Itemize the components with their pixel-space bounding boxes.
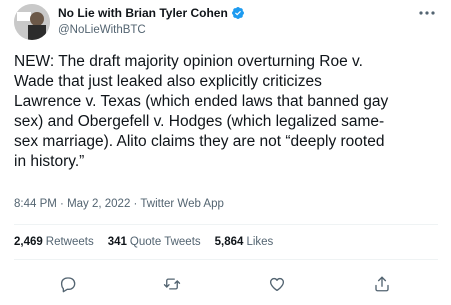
more-options-icon[interactable] [417, 6, 437, 20]
author-name[interactable]: No Lie with Brian Tyler Cohen [58, 5, 228, 21]
tweet-meta: 8:44 PM · May 2, 2022 · Twitter Web App [14, 198, 224, 210]
tweet-time[interactable]: 8:44 PM [14, 198, 57, 210]
like-icon[interactable] [267, 274, 287, 294]
retweet-icon[interactable] [162, 274, 182, 294]
quote-tweets-label: Quote Tweets [129, 236, 201, 248]
quote-tweets-stat[interactable]: 341 Quote Tweets [108, 236, 201, 248]
avatar[interactable] [14, 4, 50, 40]
retweets-stat[interactable]: 2,469 Retweets [14, 236, 94, 248]
divider [14, 224, 438, 225]
author-info: No Lie with Brian Tyler Cohen @NoLieWith… [58, 5, 245, 38]
tweet-source[interactable]: Twitter Web App [140, 198, 224, 210]
tweet-date[interactable]: May 2, 2022 [67, 198, 130, 210]
likes-stat[interactable]: 5,864 Likes [215, 236, 274, 248]
avatar-image [14, 4, 50, 40]
tweet-text: NEW: The draft majority opinion overturn… [14, 53, 389, 170]
author-handle[interactable]: @NoLieWithBTC [58, 22, 245, 38]
reply-icon[interactable] [58, 274, 78, 294]
likes-count: 5,864 [214, 236, 244, 248]
share-icon[interactable] [372, 274, 392, 294]
likes-label: Likes [246, 236, 274, 248]
retweets-label: Retweets [45, 236, 94, 248]
tweet-card: No Lie with Brian Tyler Cohen @NoLieWith… [0, 0, 451, 305]
verified-badge-icon [231, 7, 244, 19]
retweets-count: 2,469 [14, 236, 43, 248]
action-bar [0, 266, 451, 296]
quote-tweets-count: 341 [107, 236, 127, 248]
meta-separator: · [56, 198, 68, 210]
divider [14, 259, 438, 260]
meta-separator: · [130, 198, 141, 210]
tweet-stats: 2,469 Retweets 341 Quote Tweets 5,864 Likes [14, 236, 273, 248]
